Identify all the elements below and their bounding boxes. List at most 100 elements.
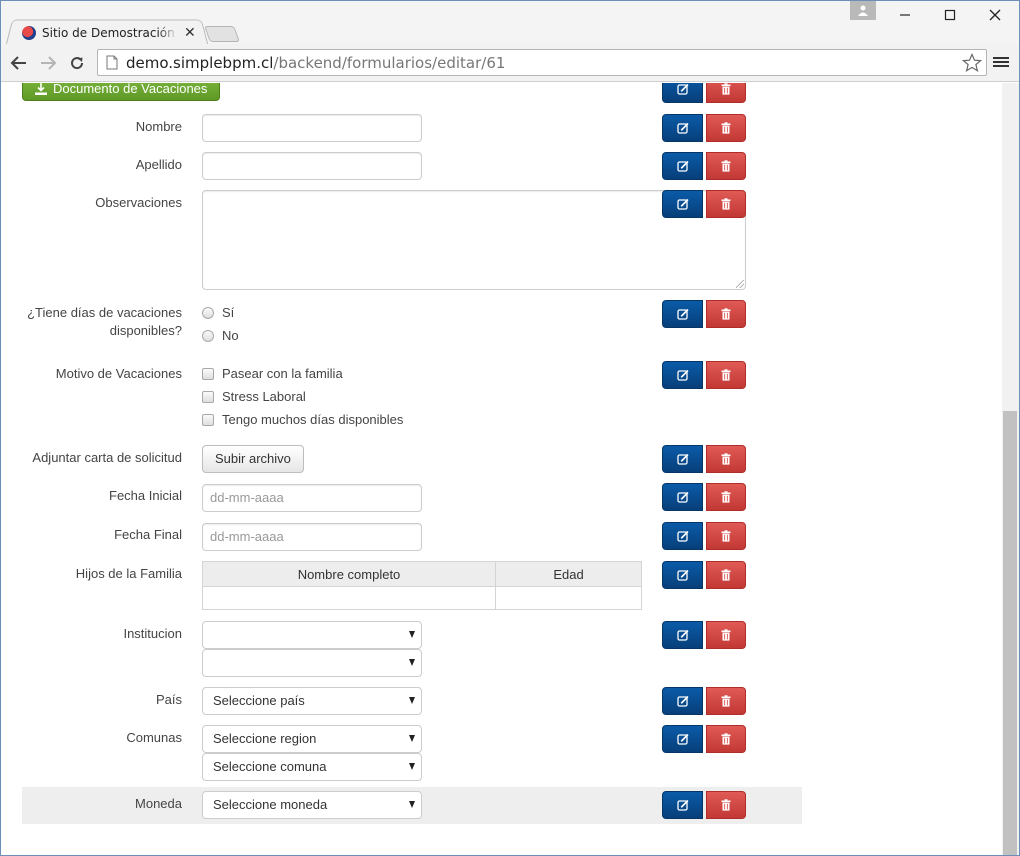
delete-button-nombre[interactable] <box>706 114 746 142</box>
forward-arrow-icon[interactable] <box>37 52 59 74</box>
motivo-option-stress[interactable]: Stress Laboral <box>201 389 306 404</box>
upload-file-button[interactable]: Subir archivo <box>202 445 304 473</box>
radio-label: Sí <box>222 305 235 320</box>
region-select[interactable]: Seleccione region <box>202 725 422 753</box>
comuna-select[interactable]: Seleccione comuna <box>202 753 422 781</box>
url-text: demo.simplebpm.cl/backend/formularios/ed… <box>126 54 505 72</box>
edit-button-apellido[interactable] <box>662 152 703 180</box>
trash-icon <box>721 629 731 641</box>
vacaciones-label-line1: ¿Tiene días de vacaciones <box>27 305 182 320</box>
vacaciones-label-line2: disponibles? <box>109 323 182 338</box>
delete-button-pais[interactable] <box>706 687 746 715</box>
address-bar[interactable]: demo.simplebpm.cl/backend/formularios/ed… <box>97 49 987 76</box>
download-document-button[interactable]: Documento de Vacaciones <box>22 83 221 101</box>
edit-button-pais[interactable] <box>662 687 703 715</box>
reload-icon[interactable] <box>66 52 88 74</box>
edit-icon <box>676 160 689 172</box>
trash-icon <box>721 799 731 811</box>
observaciones-label: Observaciones <box>95 195 182 210</box>
edit-button-fecha-inicial[interactable] <box>662 483 703 511</box>
edit-button-top[interactable] <box>662 83 703 103</box>
institucion-select-1[interactable] <box>202 621 422 649</box>
resize-grip-icon[interactable] <box>736 280 744 288</box>
radio-button[interactable] <box>202 329 214 342</box>
delete-button-comunas[interactable] <box>706 725 746 753</box>
trash-icon <box>721 369 731 381</box>
apellido-input[interactable] <box>202 152 422 180</box>
edit-button-institucion[interactable] <box>662 621 703 649</box>
bookmark-star-icon[interactable] <box>962 53 982 73</box>
motivo-option-familia[interactable]: Pasear con la familia <box>201 366 343 381</box>
minimize-icon[interactable] <box>890 5 920 25</box>
edit-button-hijos[interactable] <box>662 561 703 589</box>
edit-button-vacaciones[interactable] <box>662 300 703 328</box>
delete-button-top[interactable] <box>706 83 746 103</box>
delete-button-adjuntar[interactable] <box>706 445 746 473</box>
table-cell-nombre[interactable] <box>202 586 496 610</box>
edit-icon <box>676 491 689 503</box>
edit-button-observaciones[interactable] <box>662 190 703 218</box>
edit-button-fecha-final[interactable] <box>662 522 703 550</box>
institucion-select-2[interactable] <box>202 649 422 677</box>
vertical-scrollbar[interactable] <box>1002 83 1019 856</box>
edit-button-adjuntar[interactable] <box>662 445 703 473</box>
delete-button-fecha-final[interactable] <box>706 522 746 550</box>
trash-icon <box>721 122 731 134</box>
fecha-final-input[interactable]: dd-mm-aaaa <box>202 523 422 551</box>
checkbox[interactable] <box>202 367 214 380</box>
moneda-select[interactable]: Seleccione moneda <box>202 791 422 819</box>
tab-title: Sitio de Demostración - Formularios <box>42 26 178 40</box>
browser-menu-icon[interactable] <box>993 55 1009 71</box>
maximize-icon[interactable] <box>935 5 965 25</box>
checkbox-label: Pasear con la familia <box>222 366 343 381</box>
dropdown-caret-icon <box>409 801 415 808</box>
new-tab-button[interactable] <box>204 26 240 42</box>
edit-button-moneda[interactable] <box>662 791 703 819</box>
edit-button-comunas[interactable] <box>662 725 703 753</box>
scrollbar-thumb[interactable] <box>1003 411 1017 856</box>
pais-label: País <box>155 692 182 707</box>
browser-titlebar: Sitio de Demostración - Formularios ✕ <box>0 0 1020 46</box>
close-window-icon[interactable] <box>980 5 1010 25</box>
user-profile-icon[interactable] <box>850 0 876 20</box>
download-icon <box>35 83 47 95</box>
edit-icon <box>676 733 689 745</box>
delete-button-observaciones[interactable] <box>706 190 746 218</box>
trash-icon <box>721 530 731 542</box>
nombre-input[interactable] <box>202 114 422 142</box>
checkbox-label: Stress Laboral <box>222 389 306 404</box>
pais-select[interactable]: Seleccione país <box>202 687 422 715</box>
trash-icon <box>721 453 731 465</box>
checkbox[interactable] <box>202 390 214 403</box>
edit-icon <box>676 83 689 95</box>
vacaciones-option-si[interactable]: Sí <box>201 305 234 320</box>
tab-close-icon[interactable]: ✕ <box>184 25 196 41</box>
url-path: /backend/formularios/editar/61 <box>273 53 506 72</box>
table-cell-edad[interactable] <box>495 586 642 610</box>
apellido-label: Apellido <box>135 157 182 172</box>
radio-button[interactable] <box>202 306 214 319</box>
nombre-label: Nombre <box>135 119 182 134</box>
browser-tab-content[interactable]: Sitio de Demostración - Formularios ✕ <box>22 24 198 42</box>
vacaciones-option-no[interactable]: No <box>201 328 239 343</box>
edit-icon <box>676 799 689 811</box>
edit-icon <box>676 695 689 707</box>
delete-button-institucion[interactable] <box>706 621 746 649</box>
checkbox[interactable] <box>202 413 214 426</box>
hijos-table: Nombre completo Edad <box>202 561 642 610</box>
motivo-option-dias[interactable]: Tengo muchos días disponibles <box>201 412 403 427</box>
edit-button-motivo[interactable] <box>662 361 703 389</box>
delete-button-vacaciones[interactable] <box>706 300 746 328</box>
delete-button-hijos[interactable] <box>706 561 746 589</box>
edit-icon <box>676 629 689 641</box>
hijos-label: Hijos de la Familia <box>75 566 182 581</box>
delete-button-apellido[interactable] <box>706 152 746 180</box>
dropdown-caret-icon <box>409 697 415 704</box>
edit-icon <box>676 453 689 465</box>
delete-button-motivo[interactable] <box>706 361 746 389</box>
edit-button-nombre[interactable] <box>662 114 703 142</box>
delete-button-moneda[interactable] <box>706 791 746 819</box>
delete-button-fecha-inicial[interactable] <box>706 483 746 511</box>
fecha-inicial-input[interactable]: dd-mm-aaaa <box>202 484 422 512</box>
back-arrow-icon[interactable] <box>8 52 30 74</box>
